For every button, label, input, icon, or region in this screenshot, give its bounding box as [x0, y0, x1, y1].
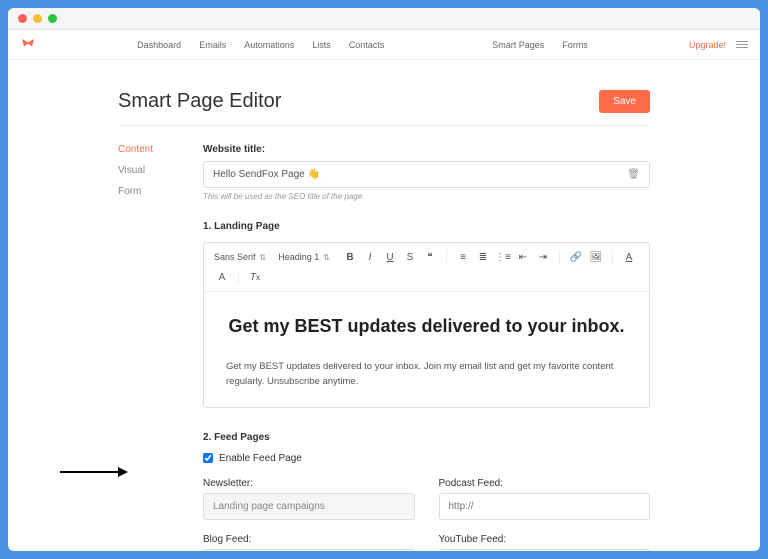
toolbar-divider [238, 270, 239, 284]
link-icon[interactable]: 🔗 [568, 249, 584, 265]
annotation-arrow [60, 464, 128, 483]
indent-more-icon[interactable]: ⇥ [535, 249, 551, 265]
enable-feed-label: Enable Feed Page [219, 453, 302, 464]
blog-label: Blog Feed: [203, 534, 415, 545]
tab-visual[interactable]: Visual [118, 165, 173, 176]
section-feed-heading: 2. Feed Pages [203, 432, 650, 443]
website-title-value: Hello SendFox Page 👋 [213, 169, 320, 180]
nav-contacts[interactable]: Contacts [349, 40, 385, 50]
editor-tabs: Content Visual Form [118, 144, 173, 551]
nav-emails[interactable]: Emails [199, 40, 226, 50]
nav-forms[interactable]: Forms [562, 40, 588, 50]
editor-body[interactable]: Get my BEST updates delivered to your in… [204, 292, 649, 407]
enable-feed-checkbox[interactable] [203, 453, 213, 463]
align-left-icon[interactable]: ≡ [455, 249, 471, 265]
youtube-input[interactable] [439, 549, 651, 551]
top-nav: Dashboard Emails Automations Lists Conta… [8, 30, 760, 60]
window-titlebar [8, 8, 760, 30]
sendfox-logo[interactable] [20, 37, 36, 53]
text-color-icon[interactable]: A [621, 249, 637, 265]
italic-icon[interactable]: I [362, 249, 378, 265]
list-bullet-icon[interactable]: ⋮≡ [495, 249, 511, 265]
section-landing-heading: 1. Landing Page [203, 221, 650, 232]
page-title: Smart Page Editor [118, 90, 281, 113]
window-max-dot[interactable] [48, 14, 57, 23]
youtube-label: YouTube Feed: [439, 534, 651, 545]
newsletter-label: Newsletter: [203, 478, 415, 489]
website-title-label: Website title: [203, 144, 650, 155]
tab-content[interactable]: Content [118, 144, 173, 155]
bold-icon[interactable]: B [342, 249, 358, 265]
indent-less-icon[interactable]: ⇤ [515, 249, 531, 265]
upgrade-link[interactable]: Upgrade! [689, 40, 726, 50]
list-ordered-icon[interactable]: ≣ [475, 249, 491, 265]
editor-toolbar: Sans Serif Heading 1 B I U S ❝ ≡ ≣ ⋮≡ ⇤ … [204, 243, 649, 292]
trash-icon[interactable]: 🗑 [627, 169, 640, 180]
toolbar-divider [446, 250, 447, 264]
nav-smart-pages[interactable]: Smart Pages [492, 40, 544, 50]
nav-lists[interactable]: Lists [312, 40, 331, 50]
rich-text-editor: Sans Serif Heading 1 B I U S ❝ ≡ ≣ ⋮≡ ⇤ … [203, 242, 650, 408]
save-button[interactable]: Save [599, 90, 650, 113]
heading-select[interactable]: Heading 1 [278, 252, 330, 262]
editor-headline: Get my BEST updates delivered to your in… [226, 314, 627, 338]
window-close-dot[interactable] [18, 14, 27, 23]
strike-icon[interactable]: S [402, 249, 418, 265]
podcast-label: Podcast Feed: [439, 478, 651, 489]
underline-icon[interactable]: U [382, 249, 398, 265]
window-min-dot[interactable] [33, 14, 42, 23]
podcast-input[interactable] [439, 493, 651, 520]
tab-form[interactable]: Form [118, 186, 173, 197]
hamburger-icon[interactable] [736, 41, 748, 48]
website-title-input[interactable]: Hello SendFox Page 👋 🗑 [203, 161, 650, 188]
nav-dashboard[interactable]: Dashboard [137, 40, 181, 50]
blog-input[interactable] [203, 549, 415, 551]
quote-icon[interactable]: ❝ [422, 249, 438, 265]
editor-bodytext: Get my BEST updates delivered to your in… [226, 360, 627, 389]
font-select[interactable]: Sans Serif [214, 252, 266, 262]
newsletter-input[interactable]: Landing page campaigns [203, 493, 415, 520]
image-icon[interactable]: 🖼 [588, 249, 604, 265]
toolbar-divider [559, 250, 560, 264]
website-title-helper: This will be used as the SEO title of th… [203, 192, 650, 201]
nav-automations[interactable]: Automations [244, 40, 294, 50]
clear-format-icon[interactable]: Tx [247, 269, 263, 285]
toolbar-divider [612, 250, 613, 264]
highlight-icon[interactable]: A [214, 269, 230, 285]
